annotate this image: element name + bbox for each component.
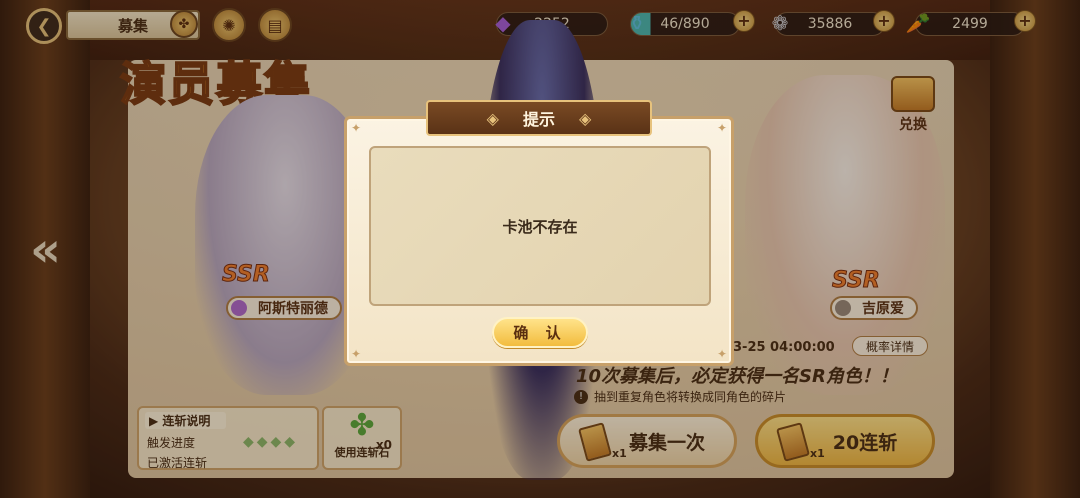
corner-ornament: ✦ [717, 121, 728, 135]
ornament-icon: ◈ [486, 108, 499, 128]
corner-ornament: ✦ [351, 347, 362, 361]
ornament-icon: ◈ [579, 108, 592, 128]
corner-ornament: ✦ [351, 121, 362, 135]
dialog-message: 卡池不存在 [369, 146, 711, 306]
dialog-title-bar: ◈ 提示 ◈ [426, 100, 652, 136]
confirm-button[interactable]: 确 认 [492, 317, 588, 348]
corner-ornament: ✦ [717, 347, 728, 361]
dialog-title: 提示 [522, 110, 555, 129]
